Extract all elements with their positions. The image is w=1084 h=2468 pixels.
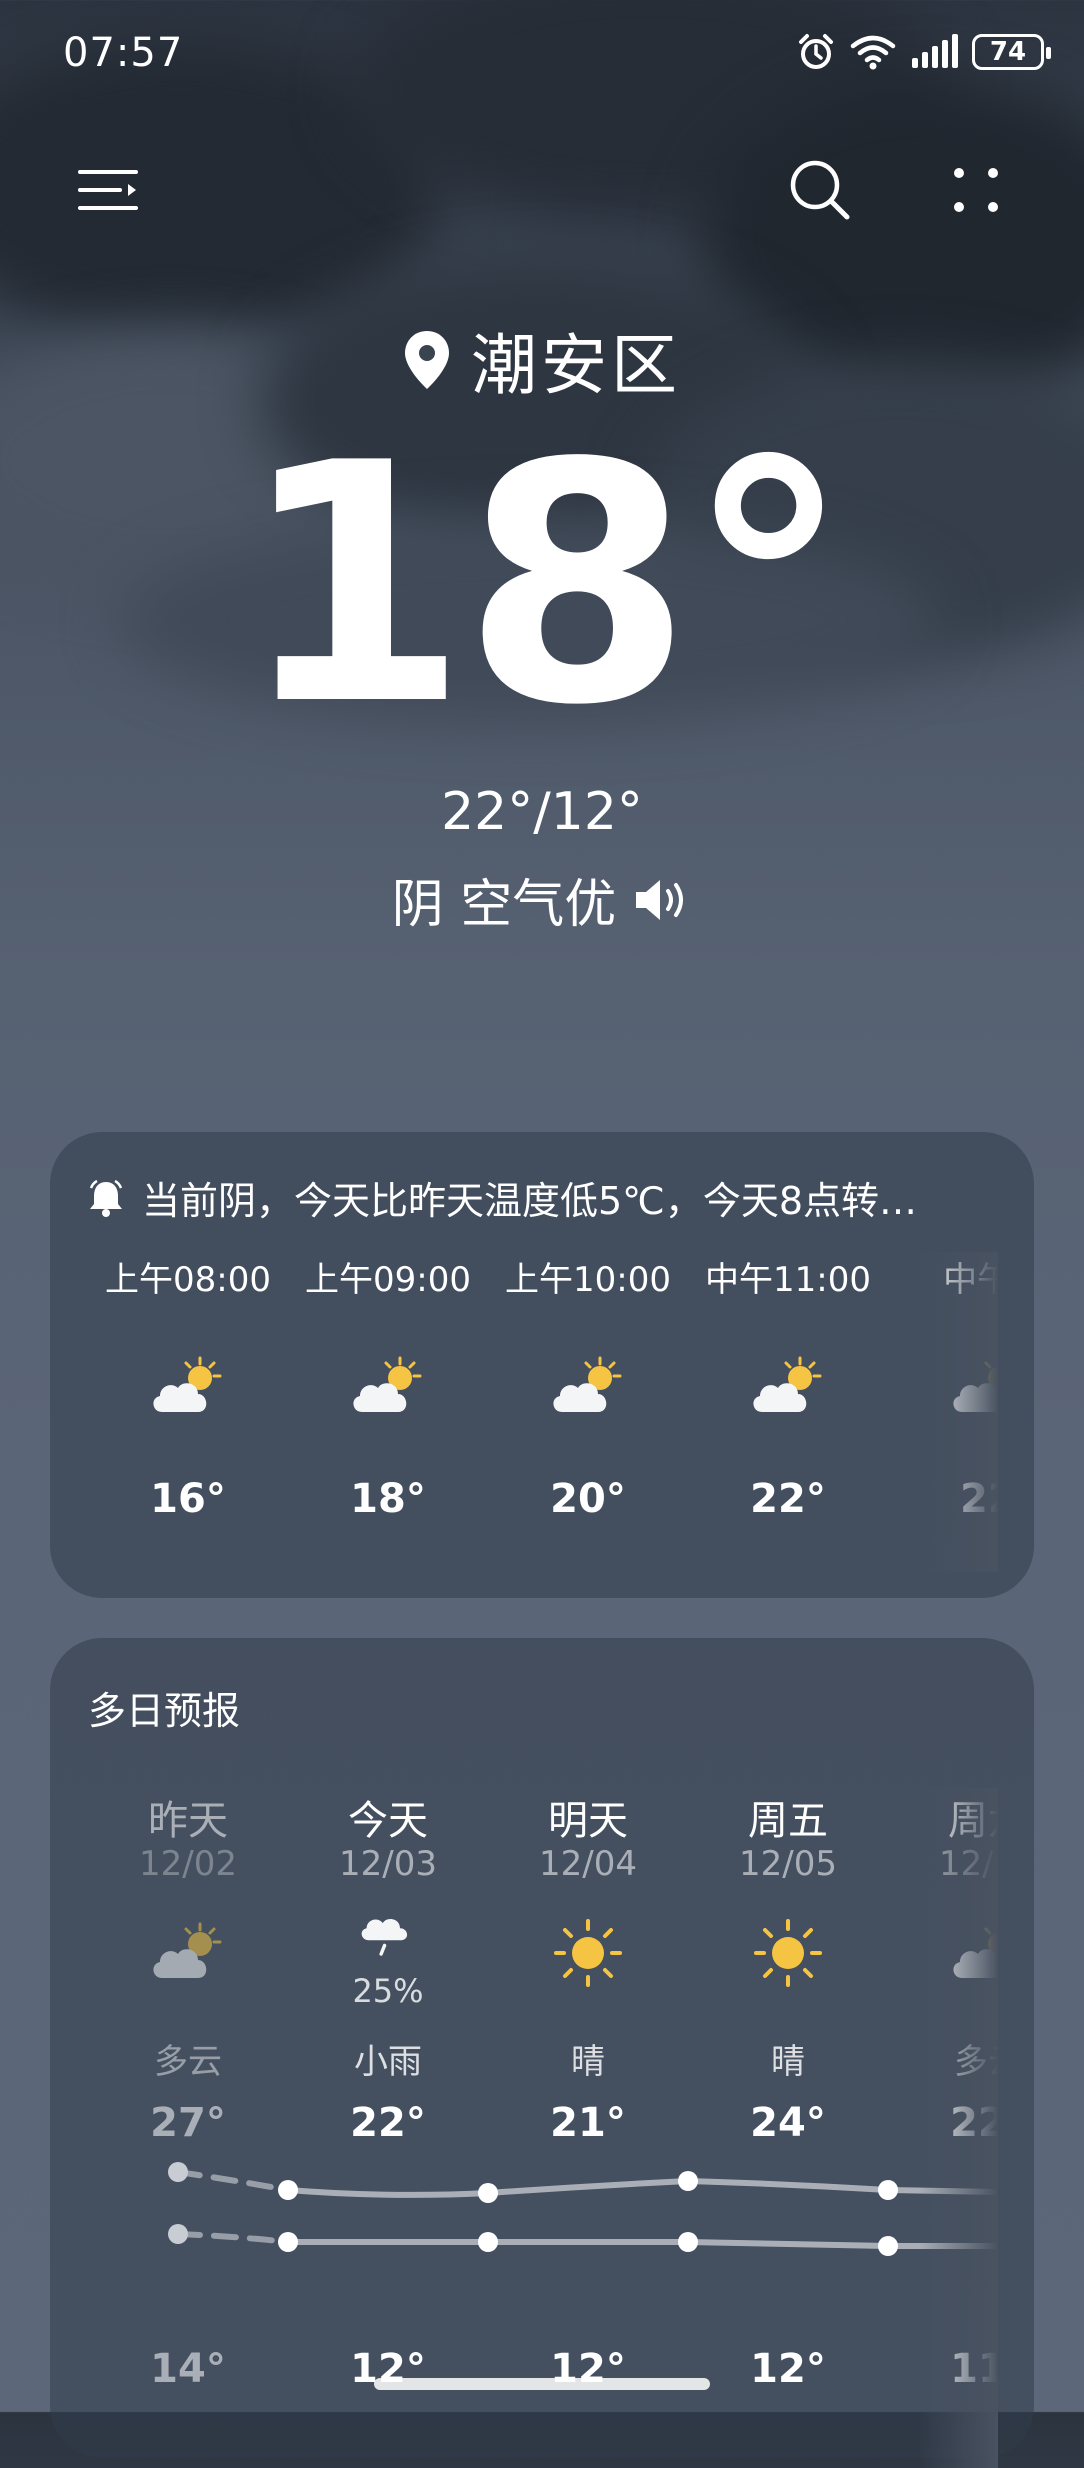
low-point	[478, 2232, 498, 2252]
status-bar: 07:57 74	[0, 0, 1084, 110]
hourly-time: 上午09:00	[305, 1260, 471, 1300]
low-point	[168, 2224, 188, 2244]
daily-forecast-card[interactable]: 多日预报 昨天 12/02 多云 27° 14° 今天 12/03 25% 小雨…	[50, 1638, 1034, 2468]
daily-list[interactable]: 昨天 12/02 多云 27° 14° 今天 12/03 25% 小雨 22° …	[50, 1788, 998, 2468]
signal-icon	[912, 34, 958, 68]
partly-cloudy-icon	[148, 1352, 228, 1422]
hourly-temp: 16°	[150, 1476, 226, 1522]
alarm-icon	[799, 34, 833, 69]
alert-text: 当前阴，今天比昨天温度低5℃，今天8点转…	[142, 1179, 918, 1223]
low-point	[878, 2236, 898, 2256]
condition-text: 阴 空气优	[391, 875, 617, 935]
partly-cloudy-icon	[748, 1352, 828, 1422]
hourly-list[interactable]: 上午08:00 16° 上午09:00 18° 上午10:00 20° 中午11…	[50, 1252, 998, 1572]
temperature-range: 22°/12°	[441, 782, 643, 842]
wifi-icon	[850, 35, 896, 70]
hourly-forecast-card[interactable]: 当前阴，今天比昨天温度低5℃，今天8点转… 上午08:00 16° 上午09:0…	[50, 1132, 1034, 1598]
high-point	[168, 2162, 188, 2182]
status-time: 07:57	[63, 30, 184, 76]
hourly-time: 上午10:00	[505, 1260, 671, 1300]
high-point	[278, 2180, 298, 2200]
partly-cloudy-icon	[548, 1352, 628, 1422]
hourly-time: 上午08:00	[105, 1260, 271, 1300]
search-button[interactable]	[780, 150, 860, 230]
more-options-button[interactable]	[936, 150, 1016, 230]
low-point	[278, 2232, 298, 2252]
battery-level: 74	[989, 37, 1027, 67]
hourly-temp: 22°	[750, 1476, 826, 1522]
location-pin-icon	[405, 331, 449, 389]
home-indicator[interactable]	[374, 2378, 710, 2390]
high-point	[478, 2183, 498, 2203]
daily-title: 多日预报	[88, 1689, 241, 1733]
hourly-temp: 20°	[550, 1476, 626, 1522]
partly-cloudy-icon	[348, 1352, 428, 1422]
low-trend-line-past	[175, 2231, 291, 2245]
high-point	[678, 2171, 698, 2191]
high-trend-line-past	[175, 2169, 291, 2193]
more-dots-icon	[954, 168, 998, 212]
bell-icon	[89, 1179, 123, 1217]
battery-indicator: 74	[972, 34, 1051, 70]
hourly-temp: 18°	[350, 1476, 426, 1522]
temperature-trend-chart	[168, 2162, 998, 2256]
scroll-fade	[918, 1788, 998, 2468]
menu-button[interactable]	[68, 150, 148, 230]
scroll-fade	[918, 1252, 998, 1572]
speaker-icon[interactable]	[632, 875, 692, 925]
current-condition: 阴 空气优	[0, 862, 1084, 937]
hourly-time: 中午11:00	[705, 1260, 871, 1300]
menu-icon	[78, 170, 138, 210]
current-temperature: 18°	[238, 393, 851, 777]
high-point	[878, 2180, 898, 2200]
weather-alert[interactable]: 当前阴，今天比昨天温度低5℃，今天8点转…	[88, 1170, 1008, 1225]
search-icon	[790, 160, 850, 220]
low-point	[678, 2232, 698, 2252]
